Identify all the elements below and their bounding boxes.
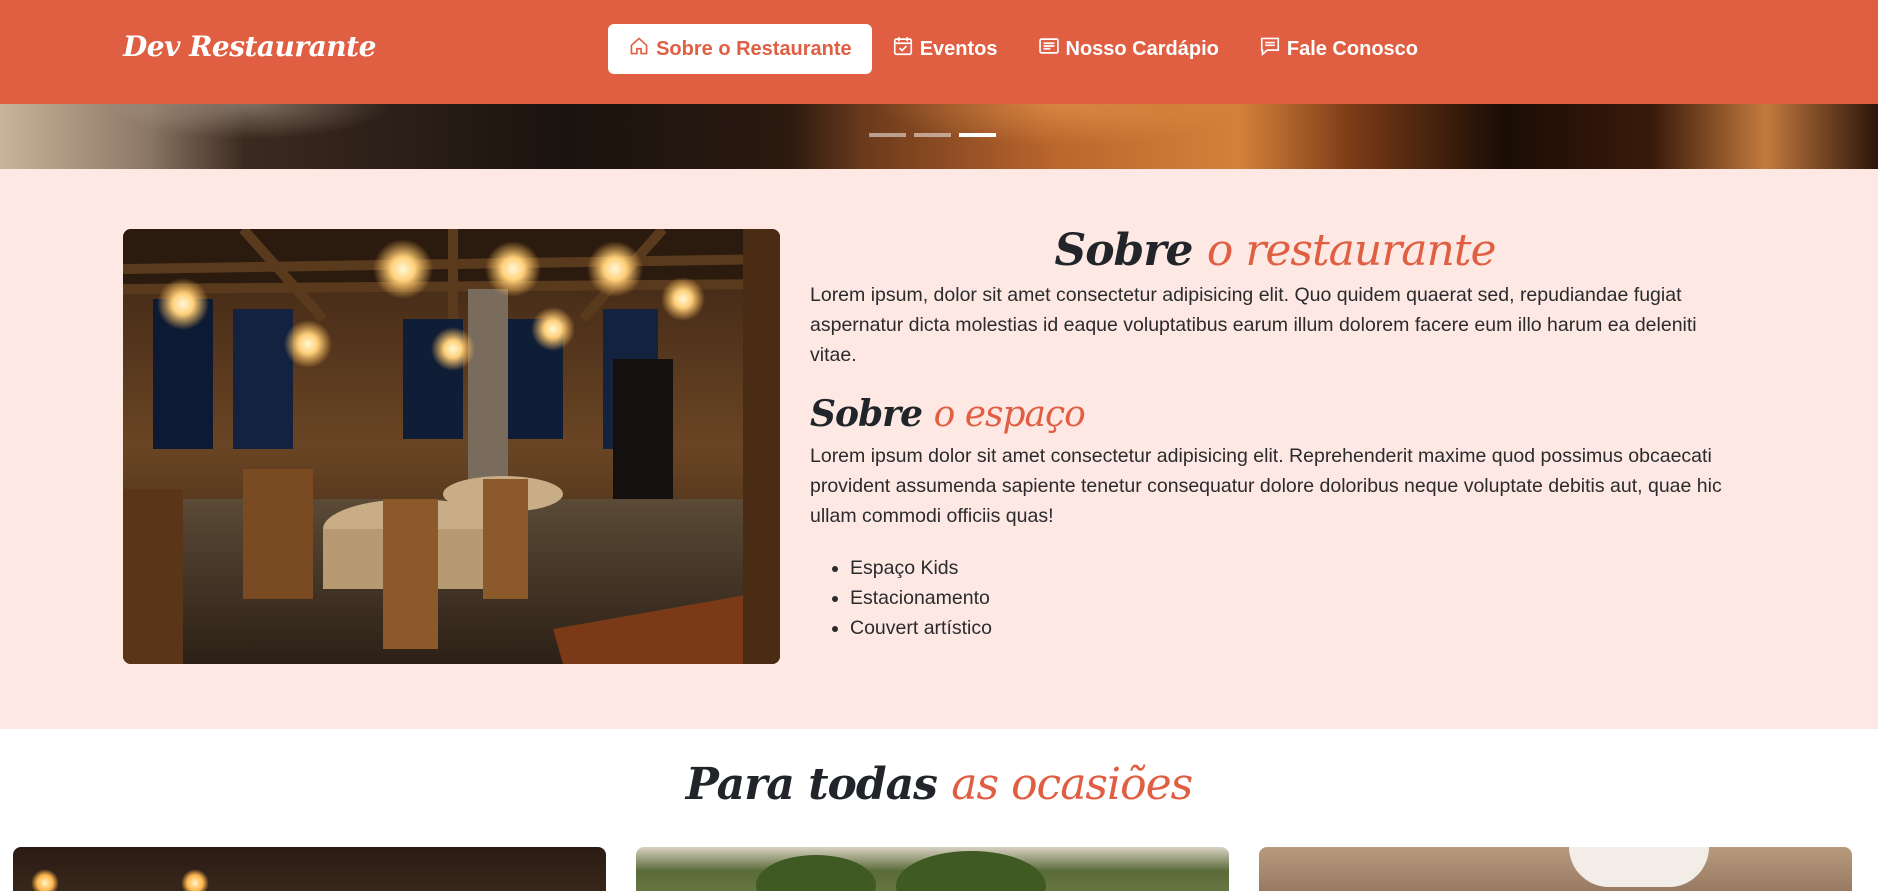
space-paragraph: Lorem ipsum dolor sit amet consectetur a… [810, 445, 1722, 527]
occasions-title: Para todas as ocasiões [0, 755, 1878, 815]
space-title-accent: o espaço [933, 394, 1086, 435]
card-text-icon [1038, 35, 1060, 63]
carousel-indicator-1[interactable] [869, 133, 906, 137]
nav-link-contato[interactable]: Fale Conosco [1239, 24, 1438, 74]
occasions-title-accent: as ocasiões [951, 759, 1193, 810]
restaurant-interior-photo [123, 229, 780, 664]
calendar-check-icon [892, 35, 914, 63]
about-title: Sobre o restaurante [810, 224, 1740, 278]
brand-logo[interactable]: Dev Restaurante [123, 30, 376, 63]
main-nav: Sobre o Restaurante Eventos Nosso Cardáp… [608, 24, 1438, 74]
nav-link-label: Eventos [919, 37, 998, 60]
occasion-card-1[interactable] [13, 847, 606, 891]
about-title-accent: o restaurante [1206, 225, 1497, 276]
features-list: Espaço Kids Estacionamento Couvert artís… [810, 553, 1740, 643]
list-item: Estacionamento [850, 583, 1740, 613]
chat-text-icon [1259, 35, 1281, 63]
carousel-indicator-2[interactable] [914, 133, 951, 137]
occasion-card-2[interactable] [636, 847, 1229, 891]
carousel-indicators [869, 133, 996, 137]
occasion-card-3[interactable] [1259, 847, 1852, 891]
about-paragraph: Lorem ipsum, dolor sit amet consectetur … [810, 284, 1697, 366]
about-section: Sobre o restaurante Lorem ipsum, dolor s… [0, 169, 1878, 729]
hero-carousel[interactable] [0, 104, 1878, 169]
nav-link-label: Sobre o Restaurante [656, 37, 852, 60]
nav-link-eventos[interactable]: Eventos [872, 24, 1018, 74]
space-title-main: Sobre [810, 393, 923, 435]
list-item: Couvert artístico [850, 613, 1740, 643]
about-title-main: Sobre [1054, 225, 1193, 276]
navbar: Dev Restaurante Sobre o Restaurante Even… [0, 0, 1878, 104]
list-item: Espaço Kids [850, 553, 1740, 583]
nav-link-sobre[interactable]: Sobre o Restaurante [608, 24, 872, 74]
nav-link-cardapio[interactable]: Nosso Cardápio [1018, 24, 1239, 74]
home-icon [628, 35, 650, 63]
nav-link-label: Fale Conosco [1286, 37, 1418, 60]
about-text: Sobre o restaurante Lorem ipsum, dolor s… [810, 224, 1740, 643]
space-title: Sobre o espaço [810, 390, 1740, 439]
occasions-title-main: Para todas [685, 759, 938, 810]
carousel-indicator-3[interactable] [959, 133, 996, 137]
nav-link-label: Nosso Cardápio [1065, 37, 1219, 60]
